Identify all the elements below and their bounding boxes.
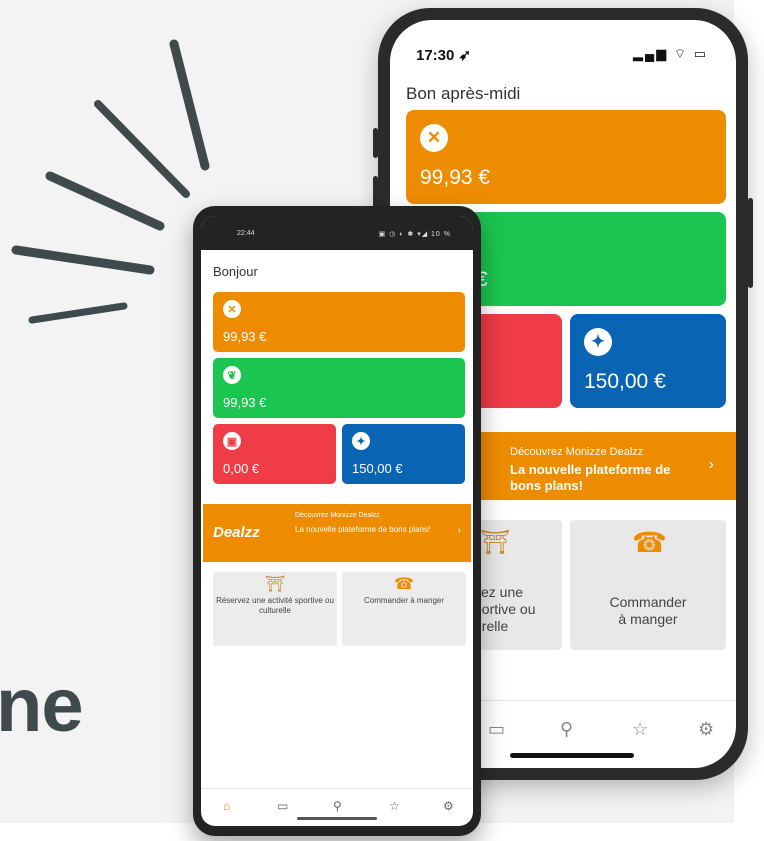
android-status-time: 22:44 [237,230,255,237]
android-screen: 22:44 ▣ ◷ ◐ ✱ ▾◢ 10 % Bonjour ✕ 99,93 € … [201,216,473,826]
promo-title: La nouvelle plateforme de bons plans! [510,462,671,493]
card-amount: 99,93 € [420,166,491,189]
card-amount: 99,93 € [223,329,267,344]
card-amount: 150,00 € [352,461,403,476]
android-device: 22:44 ▣ ◷ ◐ ✱ ▾◢ 10 % Bonjour ✕ 99,93 € … [193,206,481,836]
gift-icon: ▣ [223,432,241,450]
search-icon[interactable]: ⚲ [560,719,573,740]
card-icon[interactable]: ▭ [277,799,288,813]
star-icon[interactable]: ☆ [389,799,400,813]
person-icon: ✦ [584,328,612,356]
iphone-tile-food[interactable]: ☎ Commander à manger [570,520,726,650]
activity-icon: ⛩ [480,529,511,556]
star-icon[interactable]: ☆ [632,719,648,740]
card-amount: 150,00 € [584,370,666,393]
android-eco-voucher-card[interactable]: ❦ 99,93 € [213,358,465,418]
headline-fragment: ne [0,663,84,748]
android-gift-voucher-card[interactable]: ▣ 0,00 € [213,424,336,484]
person-icon: ✦ [352,432,370,450]
promo-title: La nouvelle plateforme de bons plans! [295,525,431,534]
android-home-indicator [297,817,377,820]
card-amount: 0,00 € [223,461,260,476]
promo-subtitle: Découvrez Monizze Dealzz [295,512,380,519]
tile-label: Commander à manger [609,594,687,627]
tile-label: vez une portive ou urelle [474,584,536,634]
android-tile-activity[interactable]: ⛩ Réservez une activité sportive ou cult… [213,572,337,646]
tile-label: Commander à manger [363,596,445,605]
tile-label: Réservez une activité sportive ou cultur… [216,596,334,615]
phone-order-icon: ☎ [394,576,414,593]
android-bottom-nav: ⌂ ▭ ⚲ ☆ ⚙ [201,788,473,826]
iphone-status-time: 17:30 ➶ [416,47,472,64]
android-tile-food[interactable]: ☎ Commander à manger [342,572,466,646]
dealzz-logo: Dealzz [213,524,260,541]
iphone-meal-voucher-card[interactable]: ✕ 99,93 € [406,110,726,204]
android-status-bar: 22:44 ▣ ◷ ◐ ✱ ▾◢ 10 % [201,216,473,250]
wifi-icon: ⌔ [673,46,689,61]
iphone-home-indicator [510,753,634,758]
battery-icon: ▭ [693,46,708,61]
settings-icon[interactable]: ⚙ [698,719,714,740]
iphone-greeting: Bon après-midi [406,84,521,103]
promo-subtitle: Découvrez Monizze Dealzz [510,446,644,458]
iphone-status-icons: ▂▄▆ ⌔ ▭ [633,46,708,62]
fork-knife-icon: ✕ [420,124,448,152]
location-arrow-icon: ➶ [458,47,472,64]
iphone-mute-switch [373,128,378,158]
card-icon[interactable]: ▭ [488,719,505,740]
android-sport-culture-card[interactable]: ✦ 150,00 € [342,424,465,484]
iphone-sport-culture-card[interactable]: ✦ 150,00 € [570,314,726,408]
phone-order-icon: ☎ [632,527,667,558]
activity-icon: ⛩ [264,576,286,593]
leaf-icon: ❦ [223,366,241,384]
chevron-right-icon: › [457,525,461,536]
android-greeting: Bonjour [213,264,258,279]
chevron-right-icon: › [708,456,714,473]
android-status-icons: ▣ ◷ ◐ ✱ ▾◢ 10 % [378,231,451,238]
fork-knife-icon: ✕ [223,300,241,318]
search-icon[interactable]: ⚲ [333,799,342,813]
card-amount: 99,93 € [223,395,267,410]
home-icon[interactable]: ⌂ [223,799,230,813]
android-meal-voucher-card[interactable]: ✕ 99,93 € [213,292,465,352]
settings-icon[interactable]: ⚙ [443,799,454,813]
signal-icon: ▂▄▆ [633,46,669,61]
iphone-power-button [748,198,753,288]
android-dealzz-banner[interactable]: Dealzz Découvrez Monizze Dealzz La nouve… [203,504,471,562]
